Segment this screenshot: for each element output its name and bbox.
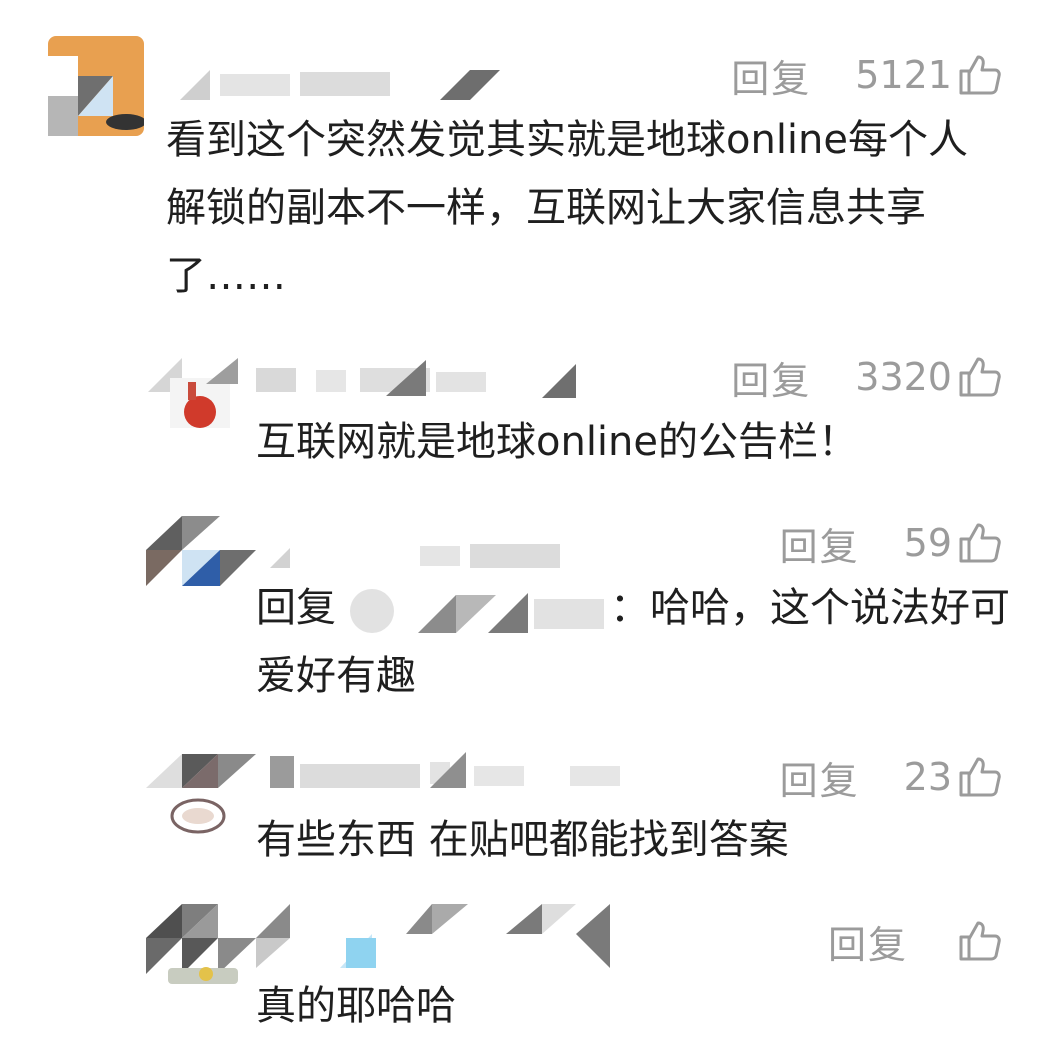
reply-link[interactable]: 回复	[731, 350, 811, 405]
like-count: 59	[903, 521, 952, 565]
comment-text: 看到这个突然发觉其实就是地球online每个人解锁的副本不一样，互联网让大家信息…	[166, 117, 969, 299]
comment-actions: 回复 5121	[731, 48, 1002, 103]
comment-item: 回复 真的耶哈哈	[0, 904, 1064, 1063]
avatar[interactable]	[146, 904, 256, 986]
thumbs-up-icon[interactable]	[958, 53, 1002, 97]
thumbs-up-icon[interactable]	[958, 355, 1002, 399]
comment-text: 真的耶哈哈	[256, 983, 456, 1029]
comment-actions: 回复 59	[780, 516, 1002, 571]
comment-item: 回复 59 回复 ：哈哈，这个说法好可爱好有趣	[0, 506, 1064, 716]
username-redacted[interactable]	[256, 904, 626, 968]
like-count: 3320	[855, 355, 952, 399]
comment-actions: 回复	[828, 914, 1002, 969]
username-redacted[interactable]	[270, 534, 580, 574]
reply-link[interactable]: 回复	[780, 516, 860, 571]
comment-text: 有些东西 在贴吧都能找到答案	[256, 817, 789, 863]
thumbs-up-icon[interactable]	[958, 755, 1002, 799]
comment-actions: 回复 3320	[731, 350, 1002, 405]
like-count: 23	[903, 755, 952, 799]
username-redacted[interactable]	[256, 360, 586, 400]
avatar[interactable]	[146, 516, 256, 590]
comment-text: 互联网就是地球online的公告栏！	[256, 419, 859, 465]
like-count: 5121	[855, 53, 952, 97]
avatar[interactable]	[38, 36, 144, 136]
comment-item: 回复 5121 看到这个突然发觉其实就是地球online每个人解锁的副本不一样，…	[0, 0, 1064, 330]
username-redacted[interactable]	[270, 752, 640, 792]
comment-actions: 回复 23	[780, 750, 1002, 805]
avatar[interactable]	[146, 754, 256, 834]
reply-link[interactable]: 回复	[828, 914, 908, 969]
thumbs-up-icon[interactable]	[958, 521, 1002, 565]
reply-prefix: 回复	[256, 585, 336, 631]
comment-item: 回复 23 有些东西 在贴吧都能找到答案	[0, 740, 1064, 890]
thumbs-up-icon[interactable]	[958, 919, 1002, 963]
comment-item: 回复 3320 互联网就是地球online的公告栏！	[0, 340, 1064, 490]
mention-redacted[interactable]	[338, 585, 608, 635]
avatar[interactable]	[148, 358, 238, 428]
reply-link[interactable]: 回复	[780, 750, 860, 805]
reply-link[interactable]: 回复	[731, 48, 811, 103]
username-redacted[interactable]	[180, 62, 510, 102]
comment-text: 回复 ：哈哈，这个说法好可爱好有趣	[256, 574, 1016, 710]
